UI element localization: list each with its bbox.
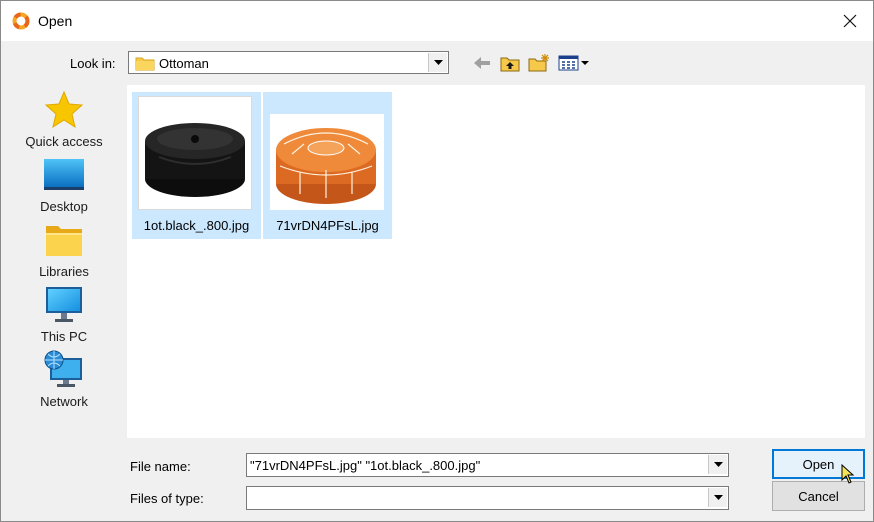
file-item[interactable]: 71vrDN4PFsL.jpg bbox=[263, 92, 392, 239]
place-label: Quick access bbox=[25, 134, 103, 149]
new-folder-icon bbox=[528, 54, 549, 72]
window-title: Open bbox=[38, 13, 73, 29]
libraries-folder-icon bbox=[46, 226, 82, 256]
file-name-label: File name: bbox=[130, 459, 191, 474]
desktop-icon bbox=[44, 159, 84, 190]
files-of-type-dropdown[interactable] bbox=[246, 486, 729, 510]
files-of-type-label: Files of type: bbox=[130, 491, 204, 506]
place-network[interactable]: Network bbox=[9, 350, 119, 414]
file-name-input[interactable] bbox=[250, 456, 705, 474]
chevron-down-icon bbox=[713, 494, 723, 500]
place-label: This PC bbox=[40, 329, 88, 344]
file-name-combo[interactable] bbox=[246, 453, 729, 477]
file-item[interactable]: 1ot.black_.800.jpg bbox=[132, 92, 261, 239]
folder-icon bbox=[135, 57, 155, 71]
close-button[interactable] bbox=[827, 1, 873, 41]
network-icon bbox=[44, 350, 82, 387]
back-button[interactable] bbox=[471, 53, 493, 73]
monitor-icon bbox=[46, 287, 82, 322]
place-libraries[interactable]: Libraries bbox=[9, 220, 119, 284]
close-icon bbox=[843, 14, 857, 28]
look-in-dropdown[interactable]: Ottoman bbox=[128, 51, 449, 74]
files-of-type-dropdown-button[interactable] bbox=[708, 488, 727, 507]
place-this-pc[interactable]: This PC bbox=[9, 285, 119, 349]
mouse-pointer-icon bbox=[841, 464, 855, 484]
place-label: Desktop bbox=[40, 199, 88, 214]
places-bar: Quick access Desktop Libraries This PC N… bbox=[9, 85, 119, 439]
title-bar: Open bbox=[1, 1, 873, 41]
star-icon bbox=[44, 90, 84, 129]
file-name-dropdown-button[interactable] bbox=[708, 455, 727, 474]
file-name: 71vrDN4PFsL.jpg bbox=[276, 218, 379, 233]
up-folder-icon bbox=[500, 57, 520, 71]
look-in-value: Ottoman bbox=[159, 56, 209, 71]
create-new-folder-button[interactable] bbox=[528, 53, 550, 73]
back-arrow-icon bbox=[474, 57, 490, 69]
look-in-dropdown-button[interactable] bbox=[428, 53, 447, 72]
place-quick-access[interactable]: Quick access bbox=[9, 90, 119, 154]
open-dialog: Open Look in: Ottoman Quick access Deskt… bbox=[0, 0, 874, 522]
chevron-down-icon bbox=[713, 461, 723, 467]
place-label: Network bbox=[40, 394, 88, 409]
place-label: Libraries bbox=[39, 264, 89, 279]
view-menu-button[interactable] bbox=[557, 53, 591, 73]
black-pouf-image bbox=[145, 123, 245, 197]
up-one-level-button[interactable] bbox=[499, 53, 521, 73]
cancel-button[interactable]: Cancel bbox=[772, 481, 865, 511]
orange-pouf-image bbox=[276, 128, 376, 204]
chevron-down-icon bbox=[433, 59, 443, 65]
file-thumbnail bbox=[138, 96, 252, 210]
file-list[interactable]: 1ot.black_.800.jpg 71vrDN4PFsL.jpg bbox=[127, 85, 865, 438]
file-thumbnail bbox=[270, 114, 384, 210]
app-icon bbox=[12, 12, 30, 30]
look-in-label: Look in: bbox=[70, 56, 116, 71]
file-name: 1ot.black_.800.jpg bbox=[143, 218, 250, 233]
place-desktop[interactable]: Desktop bbox=[9, 155, 119, 219]
view-menu-icon bbox=[558, 55, 589, 71]
